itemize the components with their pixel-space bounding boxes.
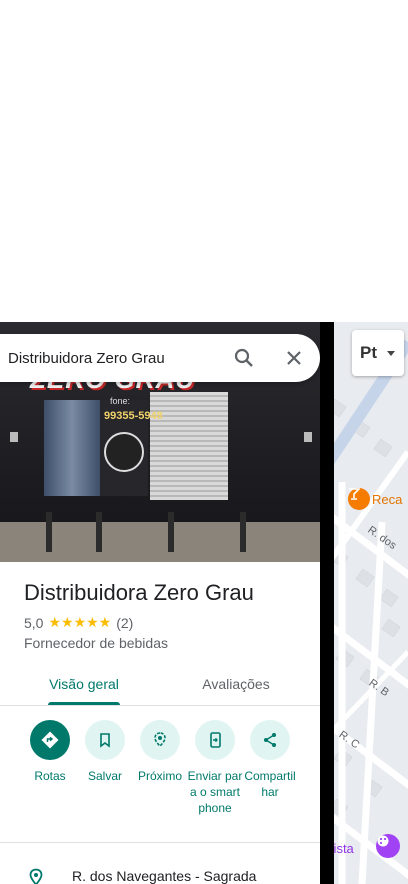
tab-bar: Visão geral Avaliações: [0, 662, 320, 706]
place-panel: ZERO GRAU fone: 99355-5948 Distribuidora…: [0, 322, 320, 884]
palette-pin-icon[interactable]: [376, 834, 400, 858]
action-label: Rotas: [34, 769, 66, 783]
map-canvas[interactable]: R. dos R. B R. C Reca rttista: [322, 322, 408, 884]
send-to-phone-icon: [195, 720, 235, 760]
search-bar[interactable]: Distribuidora Zero Grau: [0, 334, 320, 382]
divider: [0, 842, 320, 843]
chevron-down-icon: [387, 350, 395, 356]
action-label: Próximo: [137, 769, 182, 783]
store-logo: [104, 432, 144, 472]
star-rating-icon: ★★★★★: [48, 614, 112, 630]
store-phone-text: 99355-5948: [104, 410, 163, 422]
tab-reviews[interactable]: Avaliações: [176, 662, 296, 706]
nearby-icon: [140, 720, 180, 760]
language-label: Pt: [360, 343, 377, 362]
save-button[interactable]: Salvar: [77, 720, 133, 784]
address-row[interactable]: R. dos Navegantes - Sagrada: [0, 862, 320, 884]
close-icon[interactable]: [282, 346, 306, 370]
search-icon[interactable]: [232, 346, 256, 370]
cocktail-pin-icon[interactable]: [348, 488, 370, 510]
action-label: Compartilhar: [244, 769, 296, 799]
tab-overview[interactable]: Visão geral: [24, 662, 144, 706]
action-label: Enviar para o smartphone: [187, 769, 243, 815]
location-pin-icon: [27, 868, 45, 884]
place-category[interactable]: Fornecedor de bebidas: [24, 635, 168, 651]
rating-value: 5,0: [24, 614, 44, 631]
directions-icon: [30, 720, 70, 760]
tab-label: Avaliações: [202, 676, 270, 692]
language-selector[interactable]: Pt: [352, 330, 404, 376]
send-to-phone-button[interactable]: Enviar para o smartphone: [187, 720, 243, 816]
poi-label[interactable]: Reca: [372, 492, 402, 507]
action-label: Salvar: [87, 769, 122, 783]
action-buttons: Rotas Salvar Próximo Enviar para o smart…: [0, 720, 320, 840]
rating-row: 5,0 ★★★★★ (2): [24, 614, 133, 631]
share-button[interactable]: Compartilhar: [242, 720, 298, 800]
share-icon: [250, 720, 290, 760]
active-tab-indicator: [48, 702, 120, 705]
search-input[interactable]: Distribuidora Zero Grau: [8, 350, 232, 367]
review-count[interactable]: (2): [116, 615, 133, 631]
nearby-button[interactable]: Próximo: [132, 720, 188, 784]
directions-button[interactable]: Rotas: [22, 720, 78, 784]
store-fone-label: fone:: [110, 396, 131, 406]
place-title: Distribuidora Zero Grau: [24, 580, 254, 605]
address-text[interactable]: R. dos Navegantes - Sagrada: [72, 868, 256, 884]
bookmark-icon: [85, 720, 125, 760]
map-roads: [322, 322, 408, 884]
tab-label: Visão geral: [49, 676, 119, 692]
blank-area: [0, 0, 408, 322]
panel-divider[interactable]: [320, 322, 334, 884]
